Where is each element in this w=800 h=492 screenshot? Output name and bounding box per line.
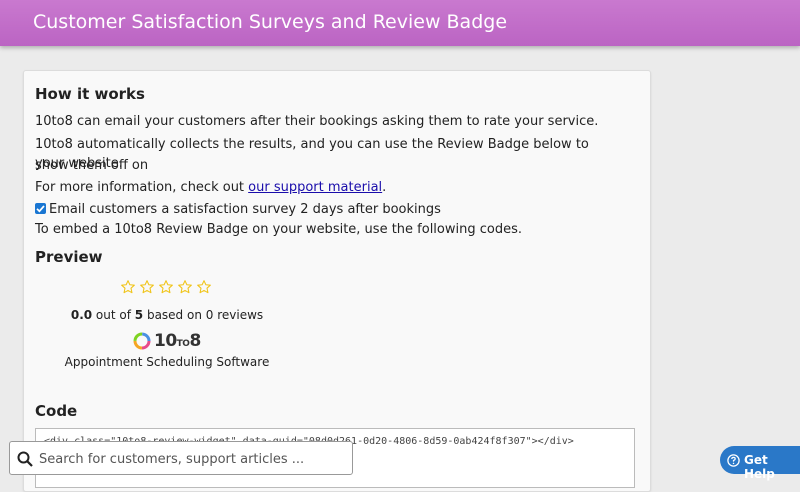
check-icon bbox=[36, 205, 45, 213]
rating-mid: out of bbox=[92, 308, 135, 322]
support-material-link[interactable]: our support material bbox=[248, 180, 382, 195]
how-it-works-heading: How it works bbox=[35, 85, 145, 103]
global-search-bar[interactable] bbox=[9, 441, 353, 475]
search-input[interactable] bbox=[37, 448, 346, 470]
logo-ring-icon bbox=[133, 332, 151, 350]
rating-suffix: based on 0 reviews bbox=[143, 308, 264, 322]
code-heading: Code bbox=[35, 402, 78, 420]
collect-paragraph-line2: your website. bbox=[35, 156, 123, 171]
logo-text-small: TO bbox=[176, 339, 190, 349]
intro-paragraph: 10to8 can email your customers after the… bbox=[35, 114, 599, 129]
star-outline-icon bbox=[121, 280, 135, 294]
more-info-prefix: For more information, check out bbox=[35, 180, 249, 195]
preview-heading: Preview bbox=[35, 248, 103, 266]
rating-summary: 0.0 out of 5 based on 0 reviews bbox=[24, 308, 310, 322]
get-help-button[interactable]: Get Help bbox=[720, 446, 800, 481]
10to8-logo: 10TO8 bbox=[132, 331, 201, 351]
rating-value: 0.0 bbox=[70, 308, 93, 322]
star-outline-icon bbox=[178, 280, 192, 294]
embed-instructions: To embed a 10to8 Review Badge on your we… bbox=[35, 222, 522, 237]
logo-text-main: 10 bbox=[154, 331, 177, 351]
survey-email-checkbox-label[interactable]: Email customers a satisfaction survey 2 … bbox=[49, 199, 639, 220]
logo-text-end: 8 bbox=[189, 331, 201, 351]
logo-tagline: Appointment Scheduling Software bbox=[64, 355, 270, 369]
settings-card: How it works 10to8 can email your custom… bbox=[23, 70, 651, 492]
help-question-icon bbox=[727, 454, 740, 467]
star-outline-icon bbox=[140, 280, 154, 294]
star-outline-icon bbox=[159, 280, 173, 294]
rating-stars bbox=[120, 279, 212, 295]
get-help-label: Get Help bbox=[744, 453, 775, 481]
survey-email-checkbox[interactable] bbox=[35, 203, 46, 214]
page-title: Customer Satisfaction Surveys and Review… bbox=[33, 11, 508, 33]
rating-max: 5 bbox=[134, 308, 144, 322]
more-info-paragraph: For more information, check out our supp… bbox=[35, 177, 625, 198]
logo-text: 10TO8 bbox=[154, 331, 201, 351]
more-info-suffix: . bbox=[382, 180, 387, 195]
page-header: Customer Satisfaction Surveys and Review… bbox=[0, 0, 800, 46]
search-icon bbox=[17, 451, 33, 467]
star-outline-icon bbox=[197, 280, 211, 294]
